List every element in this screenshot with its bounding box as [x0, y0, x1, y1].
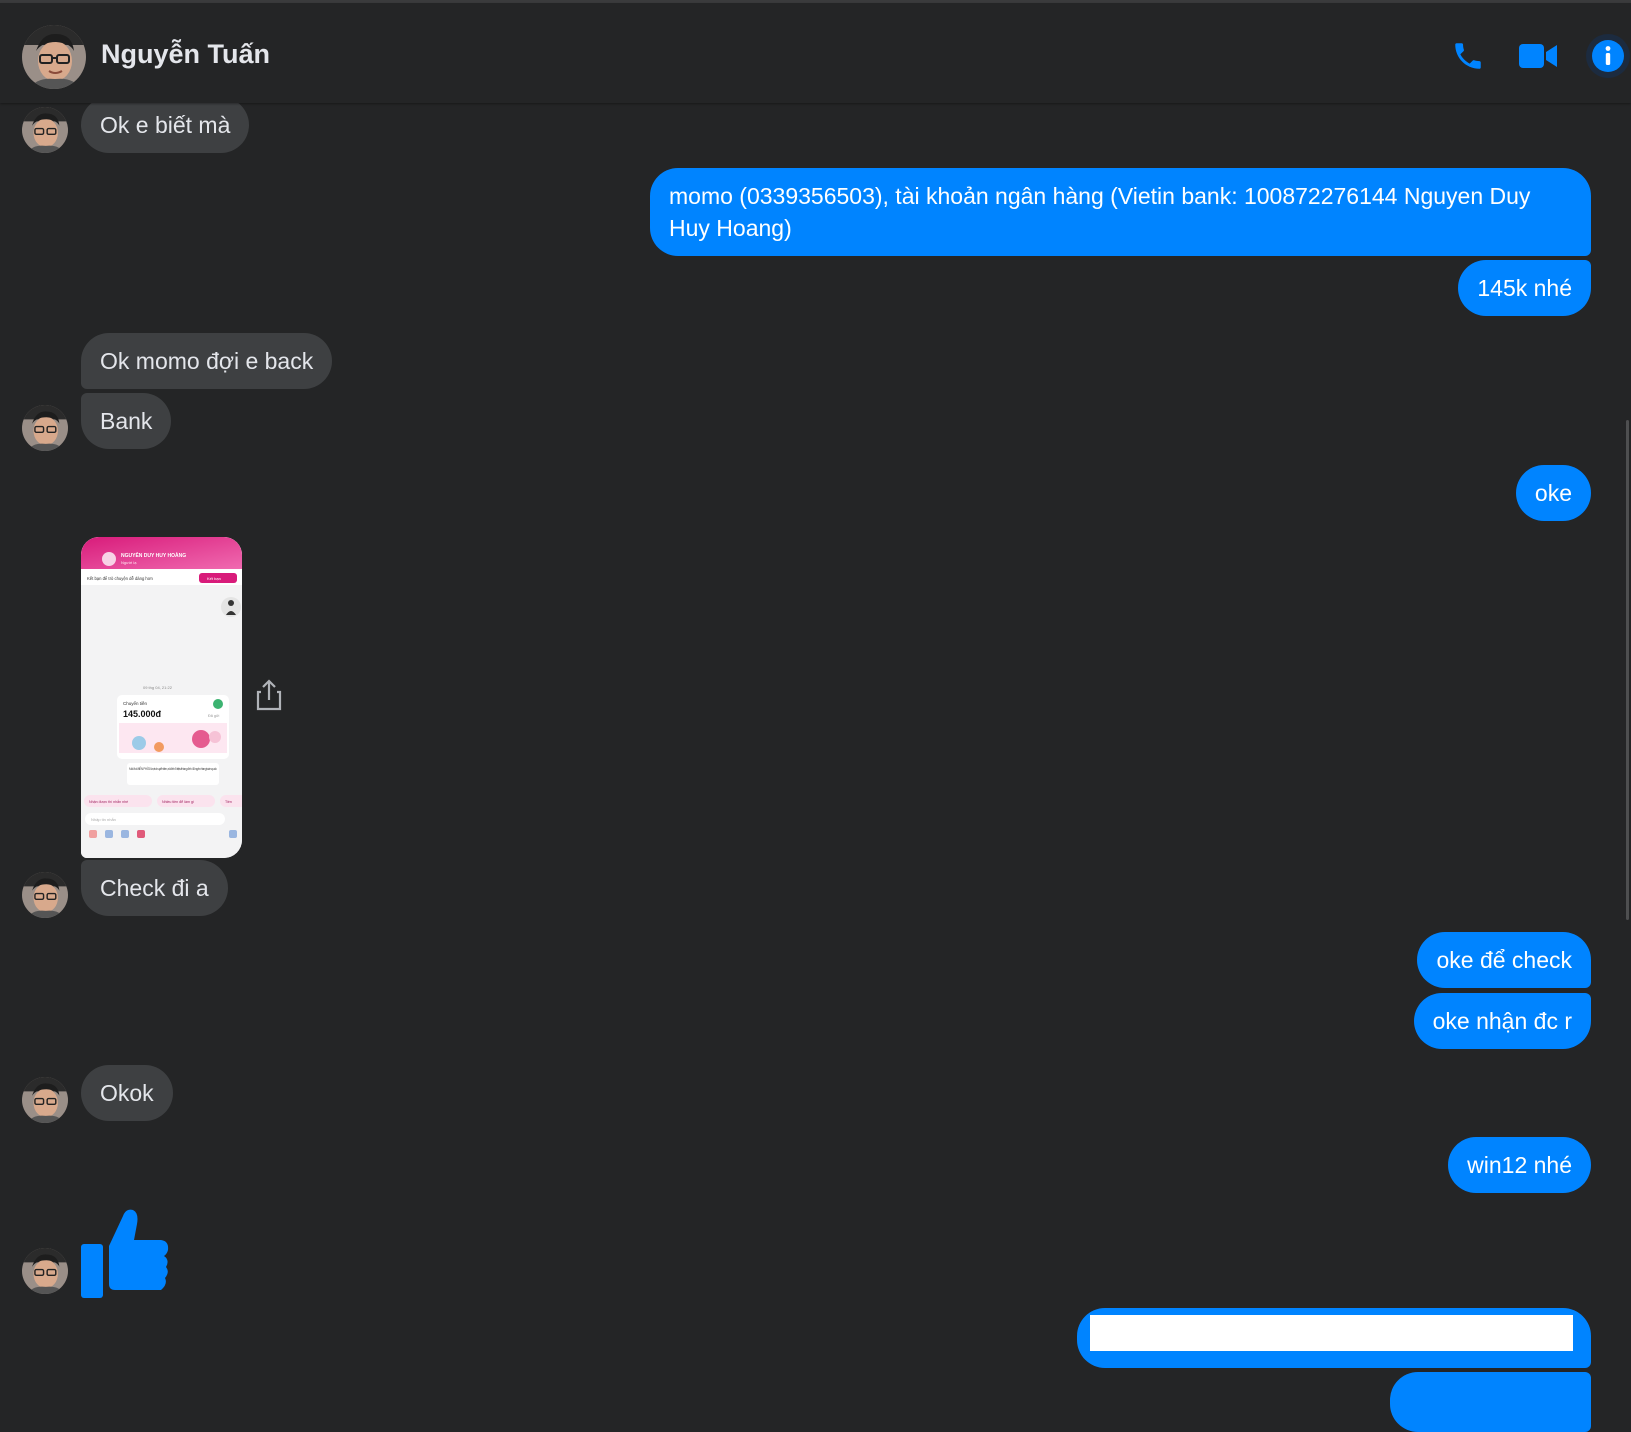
photo-attachment[interactable]: NGUYỄN DUY HUY HOÀNG Người lạ Kết bạn để… [81, 537, 242, 858]
message-outgoing[interactable]: oke [1515, 465, 1591, 521]
photo-transfer-label: Chuyển tiền [123, 700, 148, 706]
avatar-photo [22, 107, 68, 153]
avatar-photo [22, 1248, 68, 1294]
transfer-screenshot: NGUYỄN DUY HUY HOÀNG Người lạ Kết bạn để… [81, 537, 242, 858]
video-call-button[interactable] [1515, 33, 1561, 79]
photo-chip-2: Nhiều tiền để làm gì [162, 800, 194, 804]
scrollbar[interactable] [1626, 420, 1629, 920]
thumbs-up-icon [81, 1209, 169, 1298]
avatar-photo [22, 1077, 68, 1123]
photo-recipient: NGUYỄN DUY HUY HOÀNG [121, 552, 186, 559]
message-outgoing[interactable]: oke nhận đc r [1413, 993, 1591, 1049]
photo-promo: MoMo MIỄN PHÍ 30 lượt chuyển tiền, rút đ… [129, 766, 217, 771]
share-button[interactable] [254, 678, 284, 712]
photo-chip-1: Nhận được thì nhắn nhé [89, 799, 128, 804]
like-sticker-message[interactable] [81, 1206, 171, 1298]
contact-avatar[interactable] [22, 25, 86, 89]
message-incoming[interactable]: Ok e biết mà [81, 97, 250, 153]
photo-status: Đã gửi [208, 714, 220, 718]
photo-banner: Kết bạn để trò chuyện dễ dàng hơn [87, 576, 154, 581]
photo-amount: 145.000đ [123, 709, 162, 719]
message-incoming[interactable]: Ok momo đợi e back [81, 333, 333, 389]
message-outgoing[interactable]: 145k nhé [1458, 260, 1591, 316]
photo-input-placeholder: Nhập tin nhắn [91, 817, 116, 822]
avatar-photo [22, 872, 68, 918]
conversation-info-button[interactable] [1585, 33, 1631, 79]
photo-chip-3: Tiền [225, 800, 232, 804]
message-incoming[interactable]: Okok [81, 1065, 173, 1121]
video-camera-icon [1519, 44, 1557, 68]
redaction-block [1090, 1315, 1573, 1351]
conversation-header: Nguyễn Tuấn [0, 3, 1631, 103]
message-incoming[interactable]: Check đi a [81, 860, 228, 916]
photo-timestamp: 09 thg 04, 21:22 [143, 685, 173, 690]
message-outgoing[interactable]: win12 nhé [1448, 1137, 1591, 1193]
contact-avatar-small[interactable] [22, 1248, 68, 1294]
contact-name[interactable]: Nguyễn Tuấn [101, 39, 270, 70]
avatar-photo [22, 25, 86, 89]
phone-icon [1455, 43, 1481, 69]
info-icon [1586, 34, 1630, 78]
contact-avatar-small[interactable] [22, 405, 68, 451]
message-outgoing[interactable]: momo (0339356503), tài khoản ngân hàng (… [650, 168, 1591, 256]
avatar-photo [22, 405, 68, 451]
message-outgoing[interactable]: oke để check [1417, 932, 1591, 988]
photo-recipient-sub: Người lạ [121, 560, 137, 565]
message-outgoing-partial[interactable] [1390, 1372, 1591, 1432]
contact-avatar-small[interactable] [22, 872, 68, 918]
voice-call-button[interactable] [1445, 33, 1491, 79]
photo-add-friend: Kết bạn [207, 576, 221, 581]
contact-avatar-small[interactable] [22, 1077, 68, 1123]
message-incoming[interactable]: Bank [81, 393, 172, 449]
contact-avatar-small[interactable] [22, 107, 68, 153]
share-icon [256, 679, 282, 711]
